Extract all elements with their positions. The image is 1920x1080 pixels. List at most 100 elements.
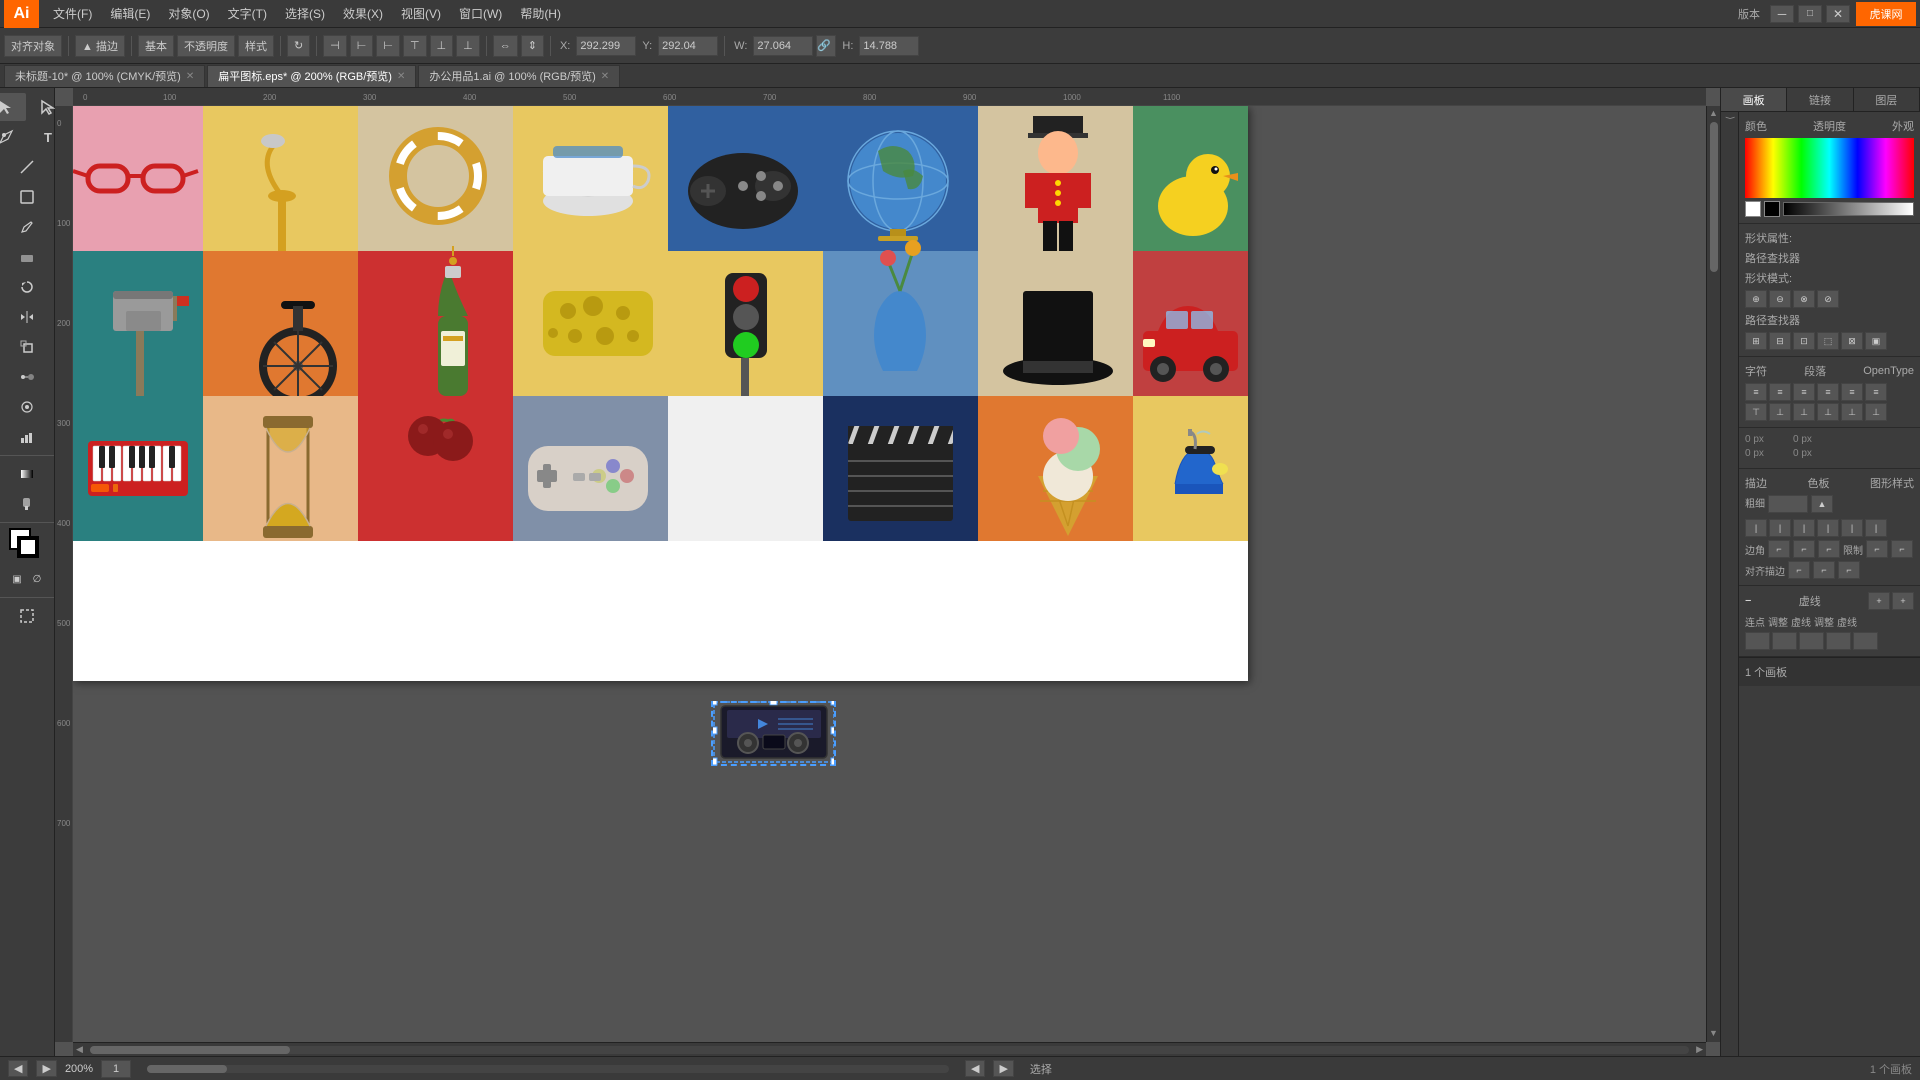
tab-2-close[interactable]: ✕ [601,71,609,82]
menu-effects[interactable]: 效果(X) [335,3,391,24]
align-left-text[interactable]: ≡ [1745,383,1767,401]
no-fill-btn[interactable]: ∅ [28,565,46,593]
align-right-btn[interactable]: ⊢ [376,35,400,57]
scroll-right-btn[interactable]: ▶ [1693,1044,1706,1055]
page-input[interactable] [101,1060,131,1078]
menu-view[interactable]: 视图(V) [393,3,449,24]
limit-2[interactable]: ⌐ [1891,540,1913,558]
scroll-left-btn[interactable]: ◀ [73,1044,86,1055]
symbol-tool[interactable] [7,393,47,421]
color-gradient[interactable] [1745,138,1914,198]
rpt-links[interactable]: 链接 [1787,88,1853,111]
tab-1[interactable]: 扁平图标.eps* @ 200% (RGB/预览) ✕ [207,65,416,87]
stroke-align-6[interactable]: | [1865,519,1887,537]
black-swatch[interactable] [1764,201,1780,217]
align-left-btn[interactable]: ⊣ [323,35,347,57]
h-scroll-thumb[interactable] [90,1046,290,1054]
pencil-tool[interactable] [7,213,47,241]
shape-tool[interactable] [7,183,47,211]
align-objects-btn[interactable]: 对齐对象 [4,35,62,57]
pf-btn-3[interactable]: ⊡ [1793,332,1815,350]
vi-2[interactable] [1772,632,1797,650]
stroke-align-5[interactable]: | [1841,519,1863,537]
align-middle-btn[interactable]: ⊥ [430,35,454,57]
menu-file[interactable]: 文件(F) [45,3,100,24]
grayscale-bar[interactable] [1783,202,1914,216]
unite-btn[interactable]: ⊕ [1745,290,1767,308]
scroll-up-btn[interactable]: ▲ [1707,106,1720,120]
scroll-down-btn[interactable]: ▼ [1707,1026,1720,1040]
tab-0-close[interactable]: ✕ [186,71,194,82]
stroke-align-1[interactable]: | [1745,519,1767,537]
align-bottom-btn[interactable]: ⊥ [456,35,480,57]
select-tool[interactable] [0,93,26,121]
weight-input[interactable] [1768,495,1808,513]
stroke-swatch[interactable] [17,536,39,558]
as-1[interactable]: ⌐ [1788,561,1810,579]
justify-text[interactable]: ≡ [1817,383,1839,401]
stroke-align-4[interactable]: | [1817,519,1839,537]
expand-btn[interactable]: ⟩ [1724,116,1735,120]
h-scrollbar[interactable]: ◀ ▶ [73,1042,1706,1056]
tab-1-close[interactable]: ✕ [397,71,405,82]
intersect-btn[interactable]: ⊗ [1793,290,1815,308]
gradient-fill-btn[interactable]: ▣ [8,565,26,593]
y-input[interactable] [658,36,718,56]
w-input[interactable] [753,36,813,56]
menu-edit[interactable]: 编辑(E) [102,3,158,24]
nav-next-btn[interactable]: ▶ [993,1060,1013,1077]
lock-proportions-btn[interactable]: 🔗 [816,35,836,57]
pf-btn-6[interactable]: ▣ [1865,332,1887,350]
virtual-expand[interactable]: − [1745,595,1751,607]
eyedropper-tool[interactable] [7,490,47,518]
corner-1[interactable]: ⌐ [1768,540,1790,558]
style-btn[interactable]: 样式 [238,35,274,57]
refresh-btn[interactable]: ↻ [287,35,310,57]
close-btn[interactable]: ✕ [1826,5,1850,23]
mode-select-btn[interactable]: ▲ 描边 [75,35,125,57]
pf-btn-2[interactable]: ⊟ [1769,332,1791,350]
basic-btn[interactable]: 基本 [138,35,174,57]
valign-top[interactable]: ⊤ [1745,403,1767,421]
flip-v-btn[interactable]: ⇕ [521,35,544,57]
valign-mid[interactable]: ⊥ [1769,403,1791,421]
x-input[interactable] [576,36,636,56]
as-3[interactable]: ⌐ [1838,561,1860,579]
rpt-layers[interactable]: 图层 [1854,88,1920,111]
rotate-tool[interactable] [7,273,47,301]
scroll-thumb-bottom[interactable] [147,1065,227,1073]
pf-btn-5[interactable]: ⊠ [1841,332,1863,350]
valign-6[interactable]: ⊥ [1865,403,1887,421]
stroke-align-3[interactable]: | [1793,519,1815,537]
vhs-tape-selected[interactable] [711,701,836,766]
stroke-align-2[interactable]: | [1769,519,1791,537]
h-input[interactable] [859,36,919,56]
eraser-tool[interactable] [7,243,47,271]
white-swatch[interactable] [1745,201,1761,217]
limit-1[interactable]: ⌐ [1866,540,1888,558]
valign-4[interactable]: ⊥ [1817,403,1839,421]
menu-help[interactable]: 帮助(H) [512,3,569,24]
tab-2[interactable]: 办公用品1.ai @ 100% (RGB/预览) ✕ [418,65,620,87]
align-right-text[interactable]: ≡ [1793,383,1815,401]
menu-object[interactable]: 对象(O) [160,3,217,24]
graph-tool[interactable] [7,423,47,451]
menu-window[interactable]: 窗口(W) [451,3,510,24]
menu-text[interactable]: 文字(T) [220,3,275,24]
add-virtual-btn[interactable]: + [1868,592,1890,610]
vi-1[interactable] [1745,632,1770,650]
fill-stroke-swatches[interactable] [9,528,45,560]
vi-4[interactable] [1826,632,1851,650]
line-tool[interactable] [7,153,47,181]
minimize-btn[interactable]: ─ [1770,5,1794,23]
pf-btn-1[interactable]: ⊞ [1745,332,1767,350]
h-scroll-bottom[interactable] [147,1065,949,1073]
align-top-btn[interactable]: ⊤ [403,35,427,57]
zoom-in-btn[interactable]: ▶ [36,1060,56,1077]
corner-2[interactable]: ⌐ [1793,540,1815,558]
exclude-btn[interactable]: ⊘ [1817,290,1839,308]
zoom-out-btn[interactable]: ◀ [8,1060,28,1077]
minus-btn[interactable]: ⊖ [1769,290,1791,308]
vi-3[interactable] [1799,632,1824,650]
menu-select[interactable]: 选择(S) [277,3,333,24]
